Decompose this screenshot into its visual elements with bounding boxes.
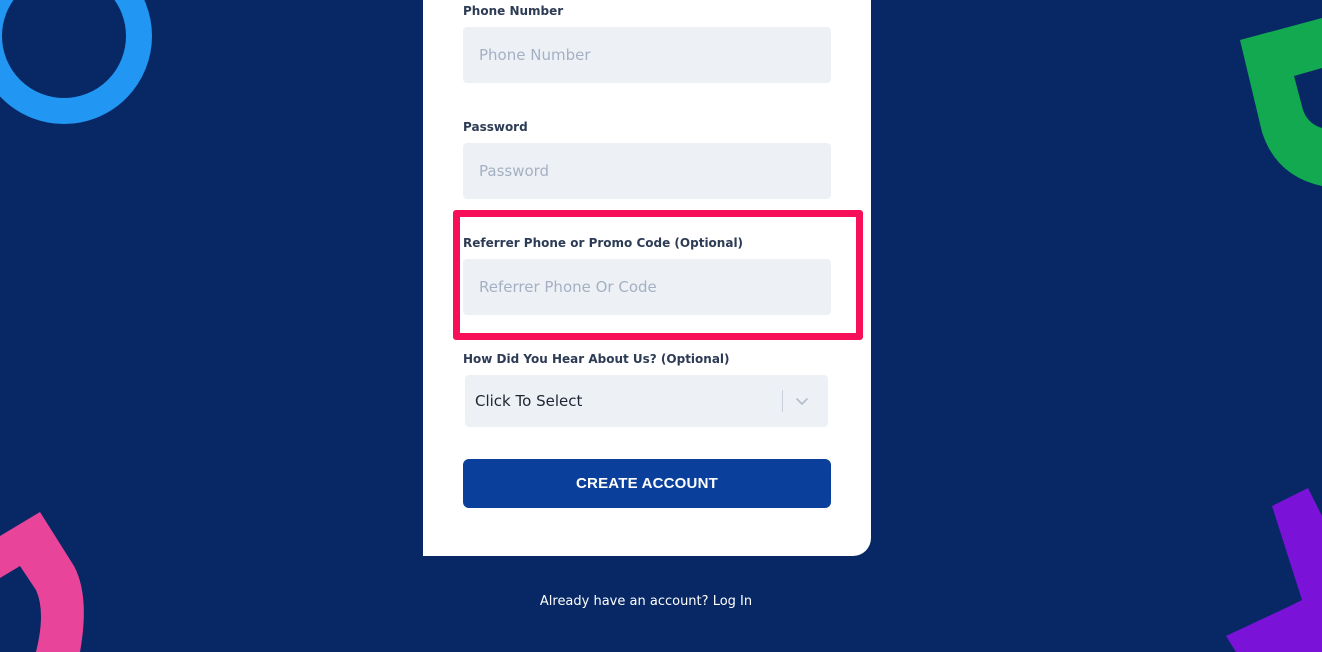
chevron-down-icon[interactable] [794, 393, 810, 409]
login-prompt-text: Already have an account? [539, 594, 709, 609]
blue-ring-shape [0, 0, 152, 124]
password-label: Password [463, 120, 528, 134]
select-separator [782, 390, 783, 412]
phone-label: Phone Number [463, 4, 564, 18]
purple-shape [1226, 488, 1322, 652]
login-link[interactable]: Log In [713, 594, 752, 609]
referrer-label: Referrer Phone or Promo Code (Optional) [463, 236, 744, 250]
source-select-value: Click To Select [475, 392, 583, 410]
signup-card: Phone Number Password Referrer Phone or … [423, 0, 871, 556]
password-input[interactable] [463, 143, 831, 199]
pink-shape [0, 512, 84, 652]
login-prompt: Already have an account? Log In [0, 594, 1292, 609]
green-shape [1240, 18, 1322, 186]
create-account-button[interactable]: CREATE ACCOUNT [463, 459, 831, 508]
referrer-code-input[interactable] [463, 259, 831, 315]
source-select[interactable]: Click To Select [465, 375, 828, 427]
source-label: How Did You Hear About Us? (Optional) [463, 352, 730, 366]
phone-input[interactable] [463, 27, 831, 83]
